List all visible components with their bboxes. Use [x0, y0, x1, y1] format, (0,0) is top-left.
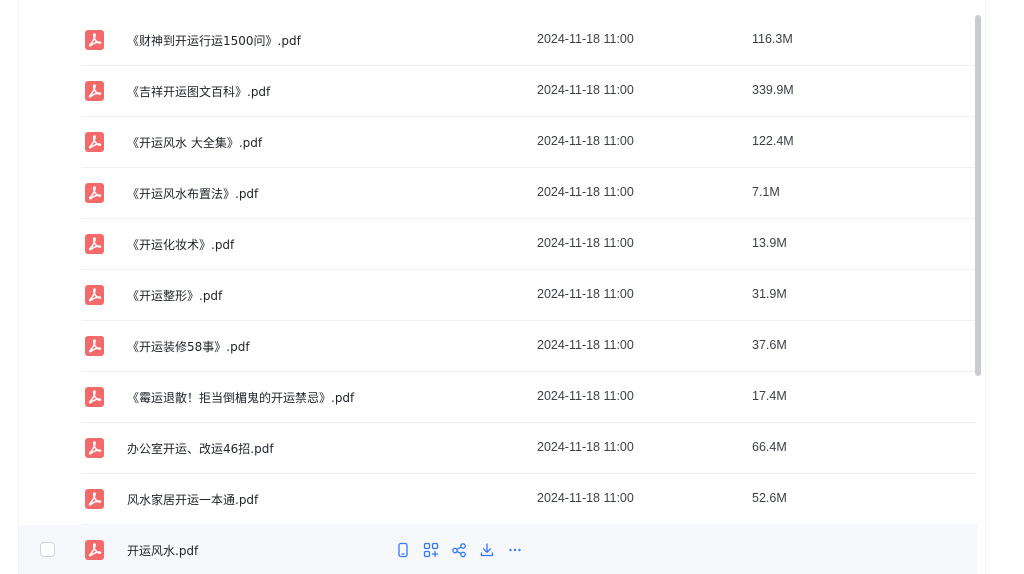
file-name[interactable]: 《开运装修58事》.pdf	[127, 338, 250, 355]
file-modified-date: 2024-11-18 11:00	[537, 83, 634, 97]
pdf-file-icon	[85, 387, 104, 407]
file-row[interactable]: 《开运整形》.pdf 2024-11-18 11:00 31.9M	[19, 270, 977, 321]
file-name[interactable]: 《开运整形》.pdf	[127, 287, 222, 304]
pdf-file-icon	[85, 30, 104, 50]
pdf-file-icon	[85, 183, 104, 203]
file-modified-date: 2024-11-18 11:00	[537, 287, 634, 301]
file-row[interactable]: 《开运风水 大全集》.pdf 2024-11-18 11:00 122.4M	[19, 117, 977, 168]
file-modified-date: 2024-11-18 11:00	[537, 338, 634, 352]
file-size: 17.4M	[752, 389, 787, 403]
file-size: 13.9M	[752, 236, 787, 250]
file-modified-date: 2024-11-18 11:00	[537, 134, 634, 148]
file-list: 《财神到开运行运1500问》.pdf 2024-11-18 11:00 116.…	[19, 15, 977, 574]
file-list-panel: 《财神到开运行运1500问》.pdf 2024-11-18 11:00 116.…	[18, 0, 986, 574]
file-modified-date: 2024-11-18 11:00	[537, 236, 634, 250]
row-action-bar	[395, 541, 535, 559]
file-row[interactable]: 《财神到开运行运1500问》.pdf 2024-11-18 11:00 116.…	[19, 15, 977, 66]
pdf-file-icon	[85, 234, 104, 254]
share-icon[interactable]	[451, 542, 467, 558]
file-size: 66.4M	[752, 440, 787, 454]
file-browser-page: 《财神到开运行运1500问》.pdf 2024-11-18 11:00 116.…	[0, 0, 1024, 574]
file-row[interactable]: 《霉运退散！拒当倒楣鬼的开运禁忌》.pdf 2024-11-18 11:00 1…	[19, 372, 977, 423]
pdf-file-icon	[85, 489, 104, 509]
row-select-checkbox[interactable]	[40, 542, 55, 557]
download-icon[interactable]	[479, 542, 495, 558]
file-size: 7.1M	[752, 185, 780, 199]
scrollbar-thumb[interactable]	[975, 15, 981, 376]
file-size: 339.9M	[752, 83, 794, 97]
file-row[interactable]: 风水家居开运一本通.pdf 2024-11-18 11:00 52.6M	[19, 474, 977, 525]
file-modified-date: 2024-11-18 11:00	[537, 440, 634, 454]
file-name[interactable]: 《开运风水布置法》.pdf	[127, 185, 258, 202]
file-row[interactable]: 办公室开运、改运46招.pdf 2024-11-18 11:00 66.4M	[19, 423, 977, 474]
file-modified-date: 2024-11-18 11:00	[537, 491, 634, 505]
file-row[interactable]: 《开运风水布置法》.pdf 2024-11-18 11:00 7.1M	[19, 168, 977, 219]
file-modified-date: 2024-11-18 11:00	[537, 389, 634, 403]
pdf-file-icon	[85, 81, 104, 101]
file-modified-date: 2024-11-18 11:00	[537, 185, 634, 199]
file-name[interactable]: 《吉祥开运图文百科》.pdf	[127, 83, 270, 100]
file-size: 52.6M	[752, 491, 787, 505]
pdf-file-icon	[85, 540, 104, 560]
file-row-hovered[interactable]: 开运风水.pdf	[19, 525, 977, 574]
file-modified-date: 2024-11-18 11:00	[537, 32, 634, 46]
more-icon[interactable]	[507, 542, 523, 558]
file-size: 116.3M	[752, 32, 793, 46]
file-row[interactable]: 《开运化妆术》.pdf 2024-11-18 11:00 13.9M	[19, 219, 977, 270]
file-size: 122.4M	[752, 134, 794, 148]
pdf-file-icon	[85, 336, 104, 356]
file-size: 31.9M	[752, 287, 787, 301]
file-name[interactable]: 风水家居开运一本通.pdf	[127, 491, 258, 508]
file-size: 37.6M	[752, 338, 787, 352]
file-name[interactable]: 《财神到开运行运1500问》.pdf	[127, 32, 301, 49]
file-name[interactable]: 开运风水.pdf	[127, 542, 198, 559]
file-row[interactable]: 《吉祥开运图文百科》.pdf 2024-11-18 11:00 339.9M	[19, 66, 977, 117]
file-row[interactable]: 《开运装修58事》.pdf 2024-11-18 11:00 37.6M	[19, 321, 977, 372]
pdf-file-icon	[85, 438, 104, 458]
file-name[interactable]: 《开运风水 大全集》.pdf	[127, 134, 262, 151]
pdf-file-icon	[85, 132, 104, 152]
phone-icon[interactable]	[395, 542, 411, 558]
file-name[interactable]: 《开运化妆术》.pdf	[127, 236, 234, 253]
save-to-drive-icon[interactable]	[423, 542, 439, 558]
file-name[interactable]: 《霉运退散！拒当倒楣鬼的开运禁忌》.pdf	[127, 389, 354, 406]
pdf-file-icon	[85, 285, 104, 305]
file-name[interactable]: 办公室开运、改运46招.pdf	[127, 440, 274, 457]
